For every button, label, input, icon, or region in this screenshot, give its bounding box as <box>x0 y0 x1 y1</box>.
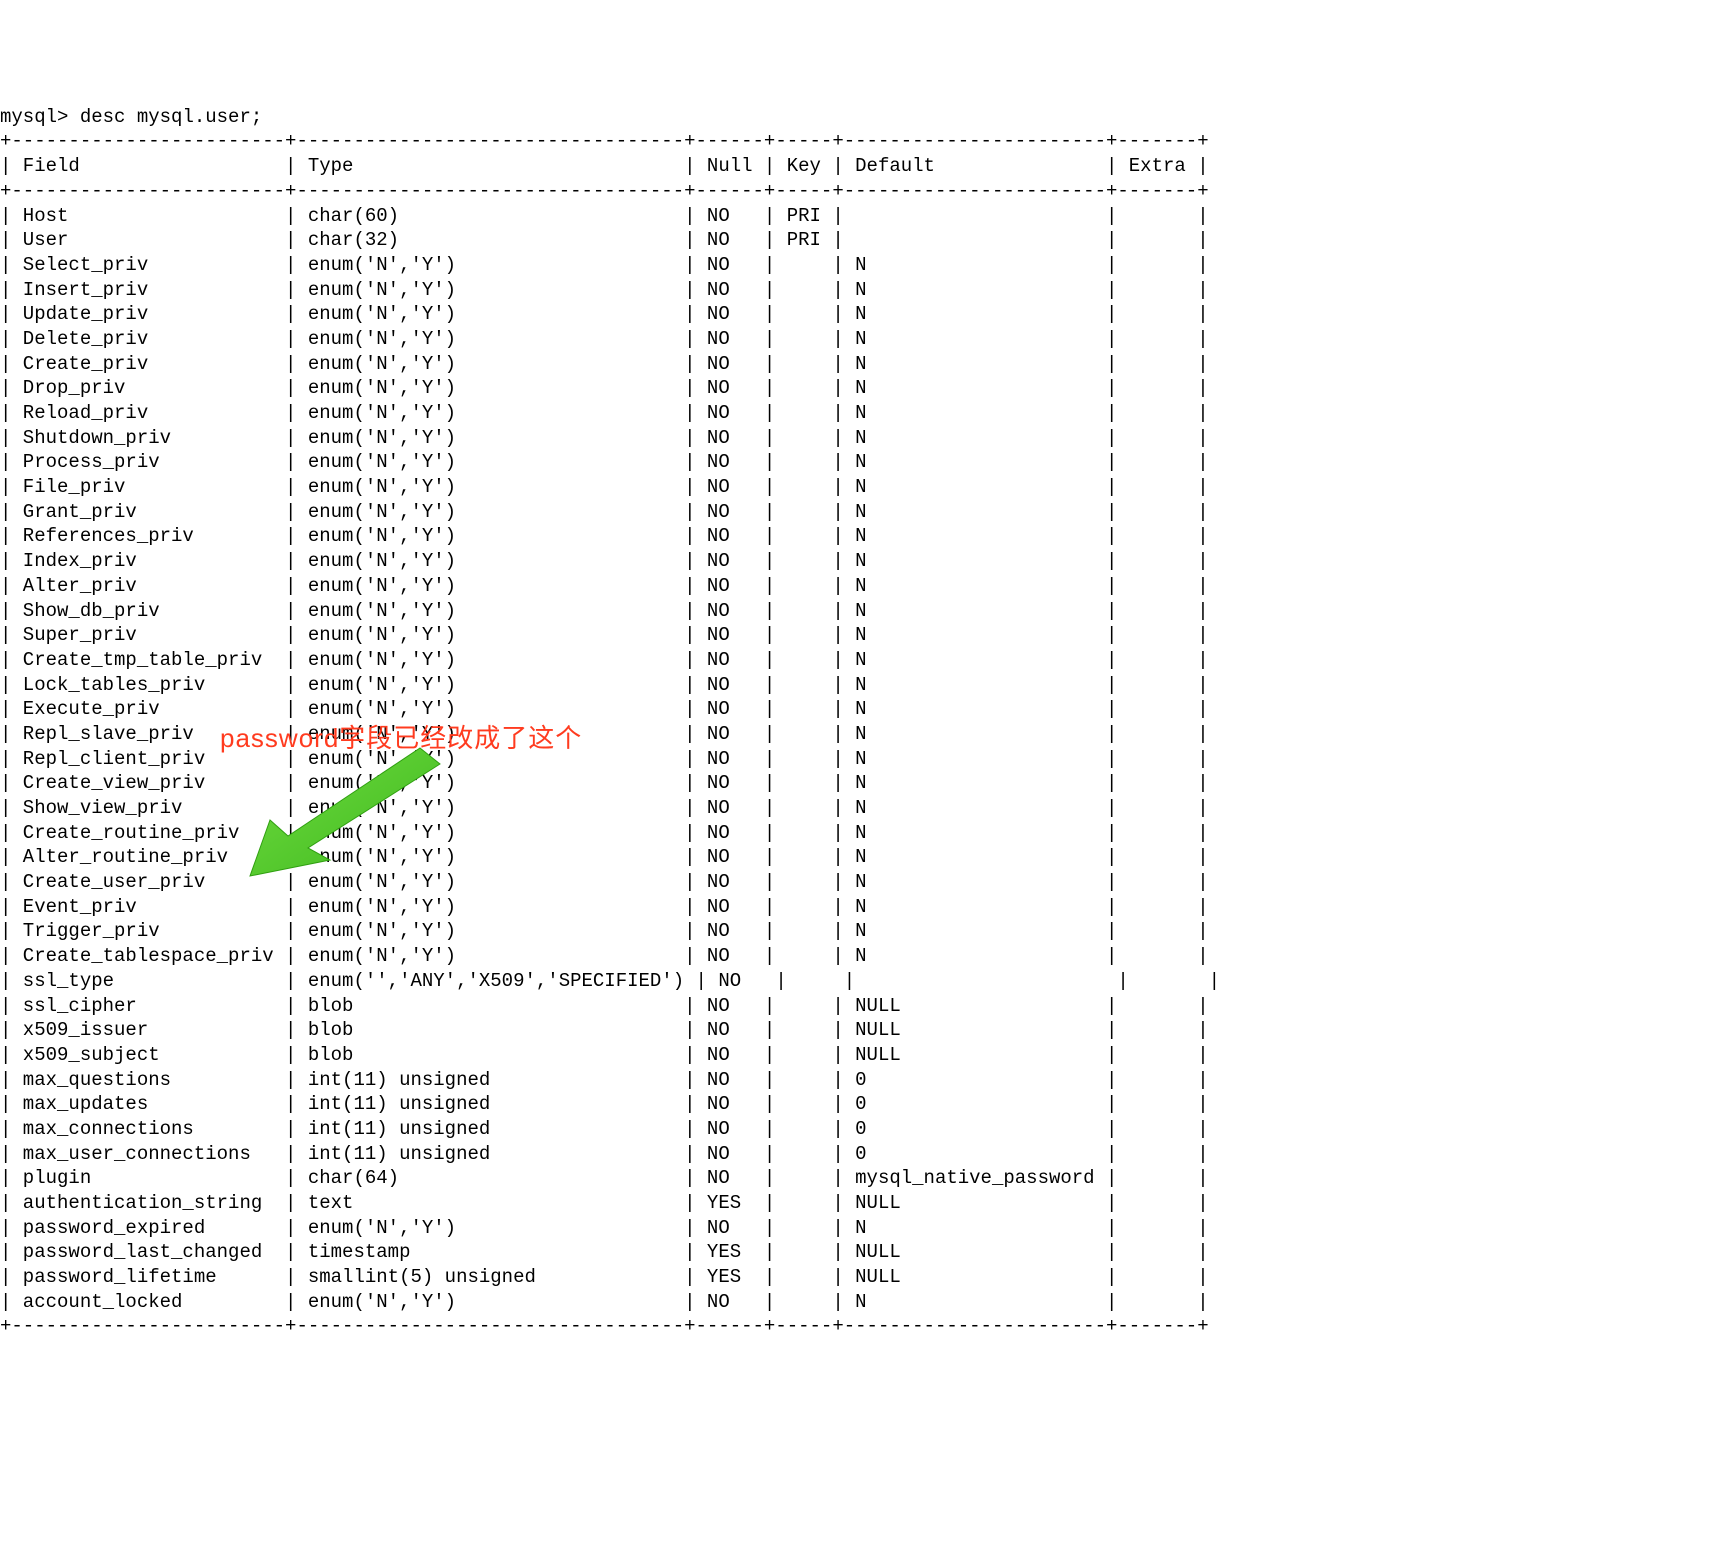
mysql-desc-table: +------------------------+--------------… <box>0 130 1220 1337</box>
mysql-prompt: mysql> <box>0 106 80 128</box>
mysql-terminal-output: mysql> desc mysql.user; +---------------… <box>0 105 1734 1339</box>
mysql-command: desc mysql.user; <box>80 106 262 128</box>
